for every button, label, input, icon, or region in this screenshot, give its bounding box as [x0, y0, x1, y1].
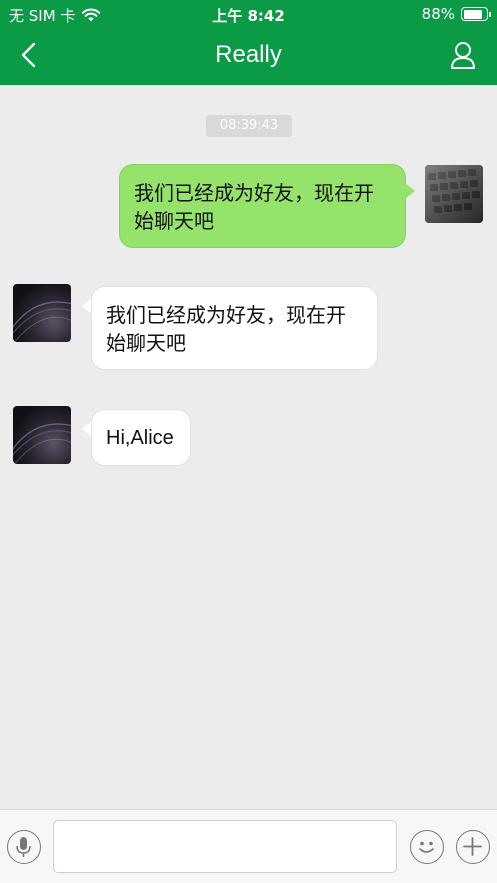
input-bar [0, 809, 497, 883]
friend-avatar[interactable] [13, 284, 71, 342]
page-title: Really [215, 41, 282, 68]
add-button[interactable] [456, 830, 490, 864]
my-message-bubble[interactable]: 我们已经成为好友，现在开 始聊天吧 [119, 164, 406, 248]
microphone-icon [16, 837, 31, 857]
smiley-icon [419, 841, 434, 853]
battery-icon [461, 7, 491, 21]
voice-button[interactable] [7, 830, 41, 864]
keyboard-photo-image [425, 165, 483, 223]
battery-percent: 88% [421, 5, 455, 23]
message-text-line: 我们已经成为好友，现在开 [106, 303, 346, 327]
message-text-line: 我们已经成为好友，现在开 [134, 181, 374, 205]
friend-message-bubble[interactable]: 我们已经成为好友，现在开 始聊天吧 [91, 286, 378, 370]
abstract-photo-image [13, 423, 71, 464]
my-avatar[interactable] [425, 165, 483, 223]
message-input[interactable] [53, 820, 397, 873]
top-bar: 无 SIM 卡 上午 8:42 88% Really [0, 0, 497, 85]
friend-avatar[interactable] [13, 406, 71, 464]
abstract-photo-image [13, 301, 71, 342]
bubble-tail [405, 183, 415, 199]
chat-timestamp: 08:39:43 [206, 115, 292, 137]
user-icon[interactable] [449, 40, 477, 70]
emoji-button[interactable] [410, 830, 444, 864]
message-text-line: 始聊天吧 [134, 209, 214, 233]
status-bar: 无 SIM 卡 上午 8:42 88% [0, 0, 497, 28]
battery-group: 88% [421, 5, 491, 23]
plus-icon [463, 837, 482, 856]
message-text-line: 始聊天吧 [106, 331, 186, 355]
friend-message-bubble[interactable]: Hi,Alice [91, 409, 191, 466]
message-text: Hi,Alice [106, 427, 174, 449]
battery-fill [463, 9, 482, 19]
